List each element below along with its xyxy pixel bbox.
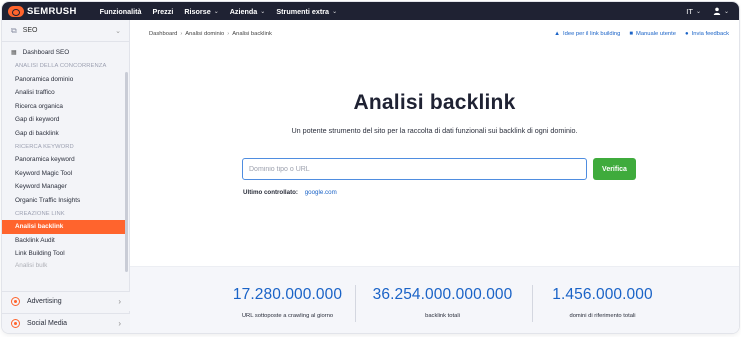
logo-icon bbox=[8, 5, 24, 17]
stat-value: 17.280.000.000 bbox=[232, 286, 343, 303]
help-links: ▲ Idee per il link building ■ Manuale ut… bbox=[545, 31, 729, 37]
sidebar-header-label: SEO bbox=[22, 27, 38, 34]
page-subtitle: Un potente strumento del sito per la rac… bbox=[291, 126, 578, 135]
link-label: Manuale utente bbox=[636, 31, 676, 37]
nav-label: Prezzi bbox=[152, 6, 174, 16]
page-title: Analisi backlink bbox=[353, 91, 516, 114]
breadcrumb-current: Analisi backlink bbox=[232, 31, 272, 37]
user-icon bbox=[713, 7, 721, 15]
stat-crawled-urls: 17.280.000.000 URL sottoposte a crawling… bbox=[200, 267, 375, 333]
link-manuale-utente[interactable]: ■ Manuale utente bbox=[629, 31, 676, 37]
last-checked-label: Ultimo controllato: bbox=[243, 189, 298, 196]
nav-azienda[interactable]: Azienda ⌄ bbox=[230, 7, 266, 16]
sidebar-item-dashboard-seo[interactable]: ▦ Dashboard SEO bbox=[2, 46, 129, 60]
breadcrumb-separator: › bbox=[227, 31, 230, 37]
grid-icon: ▦ bbox=[11, 50, 17, 57]
top-navbar: SEMRUSH Funzionalità Prezzi Risorse ⌄ Azi… bbox=[2, 2, 739, 20]
breadcrumb: Dashboard › Analisi dominio › Analisi backli… bbox=[149, 31, 272, 37]
sidebar-item-label: Advertising bbox=[27, 298, 62, 305]
semrush-logo[interactable]: SEMRUSH bbox=[8, 5, 77, 17]
sidebar-item-organic-traffic-insights[interactable]: Organic Traffic Insights bbox=[2, 194, 129, 208]
sidebar-item-analisi-bulk[interactable]: Analisi bulk bbox=[2, 261, 129, 270]
sidebar-item-gap-backlink[interactable]: Gap di backlink bbox=[2, 127, 129, 141]
nav-strumenti-extra[interactable]: Strumenti extra ⌄ bbox=[276, 7, 337, 16]
nav-label: Risorse bbox=[184, 6, 211, 16]
sidebar-item-panoramica-dominio[interactable]: Panoramica dominio bbox=[2, 73, 129, 87]
stat-label: backlink totali bbox=[425, 313, 460, 319]
sidebar-item-analisi-traffico[interactable]: Analisi traffico bbox=[2, 86, 129, 100]
sidebar-section-title: RICERCA KEYWORD bbox=[15, 143, 74, 150]
chevron-down-icon: ⌄ bbox=[723, 8, 729, 15]
last-checked-link[interactable]: google.com bbox=[305, 189, 337, 196]
chevron-down-icon: ⌄ bbox=[213, 8, 219, 15]
breadcrumb-dashboard[interactable]: Dashboard bbox=[149, 31, 177, 37]
book-icon: ■ bbox=[629, 31, 634, 37]
last-checked: Ultimo controllato: google.com bbox=[243, 189, 337, 196]
nav-label: Azienda bbox=[229, 6, 258, 16]
sidebar: ⧉ SEO ⌄ ▦ Dashboard SEO ANALISI DELLA CO… bbox=[2, 20, 130, 333]
stat-value: 1.456.000.000 bbox=[552, 286, 653, 303]
sidebar-item-analisi-backlink[interactable]: Analisi backlink bbox=[2, 220, 128, 234]
chevron-down-icon: ⌄ bbox=[115, 27, 121, 35]
sidebar-item-panoramica-keyword[interactable]: Panoramica keyword bbox=[2, 153, 129, 167]
chevron-right-icon: › bbox=[118, 297, 121, 306]
sidebar-item-label: Social Media bbox=[27, 320, 68, 327]
sidebar-item-gap-keyword[interactable]: Gap di keyword bbox=[2, 113, 129, 127]
megaphone-icon: ▲ bbox=[554, 31, 561, 37]
link-label: Idee per il link building bbox=[563, 31, 621, 37]
top-right-controls: IT ⌄ ⌄ bbox=[686, 2, 729, 20]
nav-prezzi[interactable]: Prezzi bbox=[153, 7, 174, 16]
app-window: SEMRUSH Funzionalità Prezzi Risorse ⌄ Azi… bbox=[2, 2, 739, 333]
stat-label: URL sottoposte a crawling al giorno bbox=[241, 313, 334, 319]
sidebar-item-ricerca-organica[interactable]: Ricerca organica bbox=[2, 100, 129, 114]
domain-search-input[interactable] bbox=[242, 158, 587, 180]
speech-bubble-icon bbox=[11, 319, 20, 328]
verify-button[interactable]: Verifica bbox=[593, 158, 636, 180]
link-label: Invia feedback bbox=[691, 31, 729, 37]
sidebar-scrollbar[interactable] bbox=[125, 72, 128, 272]
stat-value: 36.254.000.000.000 bbox=[372, 286, 513, 303]
sidebar-item-link-building-tool[interactable]: Link Building Tool bbox=[2, 247, 129, 261]
sidebar-item-keyword-manager[interactable]: Keyword Manager bbox=[2, 180, 129, 194]
chevron-right-icon: › bbox=[118, 319, 121, 328]
language-selector[interactable]: IT ⌄ bbox=[686, 7, 701, 16]
nav-label: Funzionalità bbox=[99, 6, 142, 16]
chevron-down-icon: ⌄ bbox=[260, 8, 266, 15]
breadcrumb-analisi-dominio[interactable]: Analisi dominio bbox=[185, 31, 224, 37]
sidebar-item-backlink-audit[interactable]: Backlink Audit bbox=[2, 234, 129, 248]
seo-icon: ⧉ bbox=[11, 25, 17, 35]
stat-total-backlinks: 36.254.000.000.000 backlink totali bbox=[355, 267, 530, 333]
link-invia-feedback[interactable]: ● Invia feedback bbox=[685, 31, 729, 37]
nav-label: Strumenti extra bbox=[276, 6, 330, 16]
language-label: IT bbox=[686, 6, 693, 16]
sidebar-item-social-media[interactable]: Social Media › bbox=[2, 313, 130, 333]
chat-icon: ● bbox=[684, 31, 689, 37]
sidebar-item-keyword-magic-tool[interactable]: Keyword Magic Tool bbox=[2, 167, 129, 181]
chevron-down-icon: ⌄ bbox=[332, 8, 338, 15]
top-nav: Funzionalità Prezzi Risorse ⌄ Azienda ⌄ St… bbox=[100, 7, 348, 16]
stat-label: domini di riferimento totali bbox=[569, 313, 636, 319]
stats-band: 17.280.000.000 URL sottoposte a crawling… bbox=[130, 266, 739, 333]
target-icon bbox=[11, 297, 20, 306]
sidebar-item-label: Dashboard SEO bbox=[22, 49, 70, 57]
stat-referring-domains: 1.456.000.000 domini di riferimento tota… bbox=[515, 267, 690, 333]
sidebar-section-title: ANALISI DELLA CONCORRENZA bbox=[15, 63, 107, 69]
nav-risorse[interactable]: Risorse ⌄ bbox=[184, 7, 218, 16]
user-menu[interactable]: ⌄ bbox=[713, 7, 729, 15]
link-idee-link-building[interactable]: ▲ Idee per il link building bbox=[554, 31, 620, 37]
chevron-down-icon: ⌄ bbox=[695, 8, 701, 15]
logo-text: SEMRUSH bbox=[27, 5, 77, 17]
nav-funzionalita[interactable]: Funzionalità bbox=[100, 7, 142, 16]
main-content: Dashboard › Analisi dominio › Analisi backli… bbox=[130, 20, 739, 333]
sidebar-seo-header[interactable]: ⧉ SEO ⌄ bbox=[2, 20, 129, 42]
breadcrumb-separator: › bbox=[180, 31, 183, 37]
sidebar-section-title: CREAZIONE LINK bbox=[15, 210, 65, 217]
sidebar-item-advertising[interactable]: Advertising › bbox=[2, 291, 130, 311]
